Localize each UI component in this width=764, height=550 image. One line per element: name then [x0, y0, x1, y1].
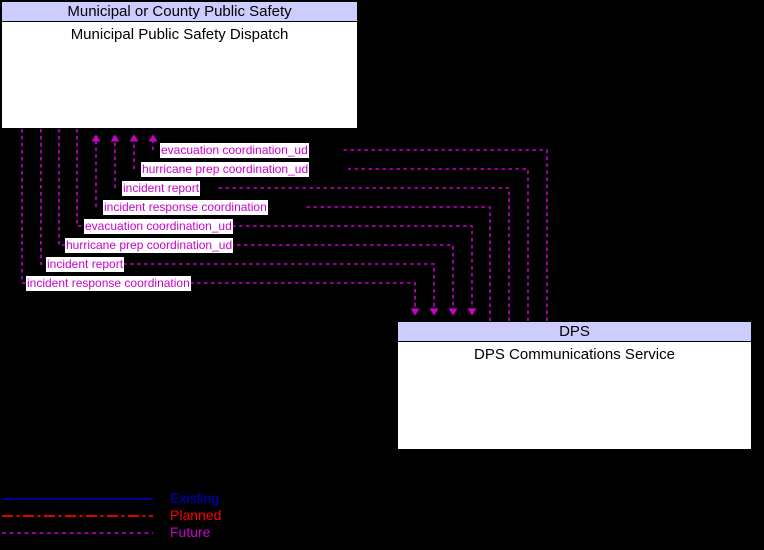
flow-path-1 — [343, 149, 548, 321]
flow-label[interactable]: evacuation coordination_ud — [84, 219, 233, 234]
flow-label[interactable]: incident report — [46, 257, 125, 272]
flow-label[interactable]: hurricane prep coordination_ud — [141, 162, 310, 177]
flow-path-2 — [348, 168, 529, 321]
node-dps-communications-service[interactable]: DPS DPS Communications Service — [397, 321, 752, 450]
legend-label-existing: Existing — [170, 490, 220, 506]
flow-label[interactable]: incident response coordination — [26, 276, 191, 291]
legend-label-future: Future — [170, 524, 211, 540]
node-municipal-public-safety-dispatch[interactable]: Municipal or County Public Safety Munici… — [1, 1, 358, 129]
node-stakeholder-label: Municipal or County Public Safety — [2, 2, 357, 22]
node-stakeholder-label: DPS — [398, 322, 751, 342]
node-name-label: DPS Communications Service — [474, 346, 675, 363]
flow-label[interactable]: evacuation coordination_ud — [160, 143, 309, 158]
flow-label[interactable]: incident response coordination — [103, 200, 268, 215]
legend-label-planned: Planned — [170, 507, 222, 523]
node-name-label: Municipal Public Safety Dispatch — [70, 26, 289, 43]
flow-label[interactable]: incident report — [122, 181, 201, 196]
flow-label[interactable]: hurricane prep coordination_ud — [65, 238, 234, 253]
legend — [2, 498, 153, 534]
